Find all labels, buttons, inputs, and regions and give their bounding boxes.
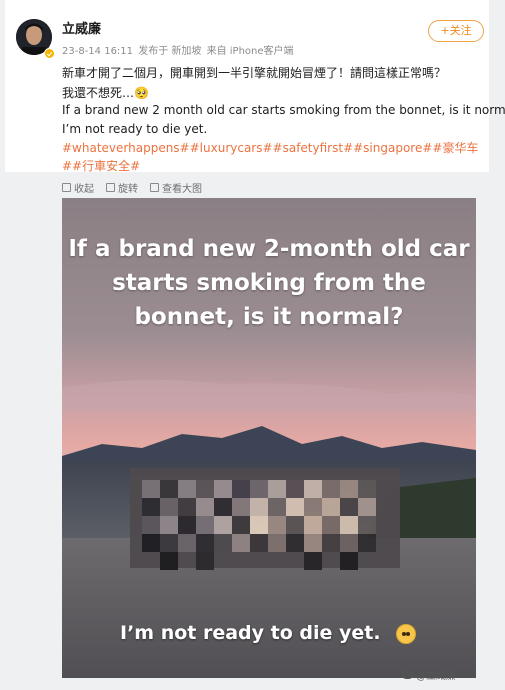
post-source: 来自 iPhone客户端 bbox=[206, 46, 294, 57]
username[interactable]: 立威廉 bbox=[62, 18, 101, 37]
hashtags[interactable]: #whateverhappens##luxurycars##safetyfirs… bbox=[62, 139, 482, 175]
image-headline: If a brand new 2-month old car starts sm… bbox=[68, 236, 470, 330]
post-text-line: I’m not ready to die yet. bbox=[62, 122, 208, 136]
collapse-button[interactable]: 收起 bbox=[62, 180, 94, 195]
rotate-icon bbox=[106, 183, 115, 192]
view-large-label: 查看大图 bbox=[162, 184, 202, 195]
post-card: 立威廉 23-8-14 16:11 发布于 新加坡 来自 iPhone客户端 +… bbox=[5, 0, 505, 175]
post-text-line: If a brand new 2 month old car starts sm… bbox=[62, 103, 505, 117]
rotate-label: 旋转 bbox=[118, 184, 138, 195]
image-toolbar: 收起 旋转 查看大图 bbox=[62, 180, 202, 195]
follow-button[interactable]: +关注 bbox=[428, 20, 484, 42]
post-meta: 23-8-14 16:11 发布于 新加坡 来自 iPhone客户端 bbox=[62, 42, 296, 57]
weibo-logo-icon bbox=[402, 670, 413, 679]
watermark-text: @立威廉 bbox=[416, 671, 456, 682]
post-image[interactable]: If a brand new 2-month old car starts sm… bbox=[62, 198, 476, 678]
image-caption: I’m not ready to die yet. bbox=[120, 622, 381, 644]
post-text-line: 我還不想死…🥺 bbox=[62, 86, 149, 100]
collapse-label: 收起 bbox=[74, 184, 94, 195]
image-watermark: @立威廉 bbox=[402, 667, 456, 682]
view-large-icon bbox=[150, 183, 159, 192]
verified-badge-icon bbox=[44, 48, 55, 59]
post-date[interactable]: 23-8-14 16:11 bbox=[62, 46, 133, 57]
pixelated-car bbox=[130, 468, 400, 570]
post-text-line: 新車才開了二個月，開車開到一半引擎就開始冒煙了！請問這樣正常嗎？ bbox=[62, 66, 447, 80]
pleading-face-icon bbox=[396, 624, 416, 644]
post-location: 发布于 新加坡 bbox=[138, 46, 202, 57]
collapse-icon bbox=[62, 183, 71, 192]
rotate-button[interactable]: 旋转 bbox=[106, 180, 138, 195]
view-large-button[interactable]: 查看大图 bbox=[150, 180, 202, 195]
